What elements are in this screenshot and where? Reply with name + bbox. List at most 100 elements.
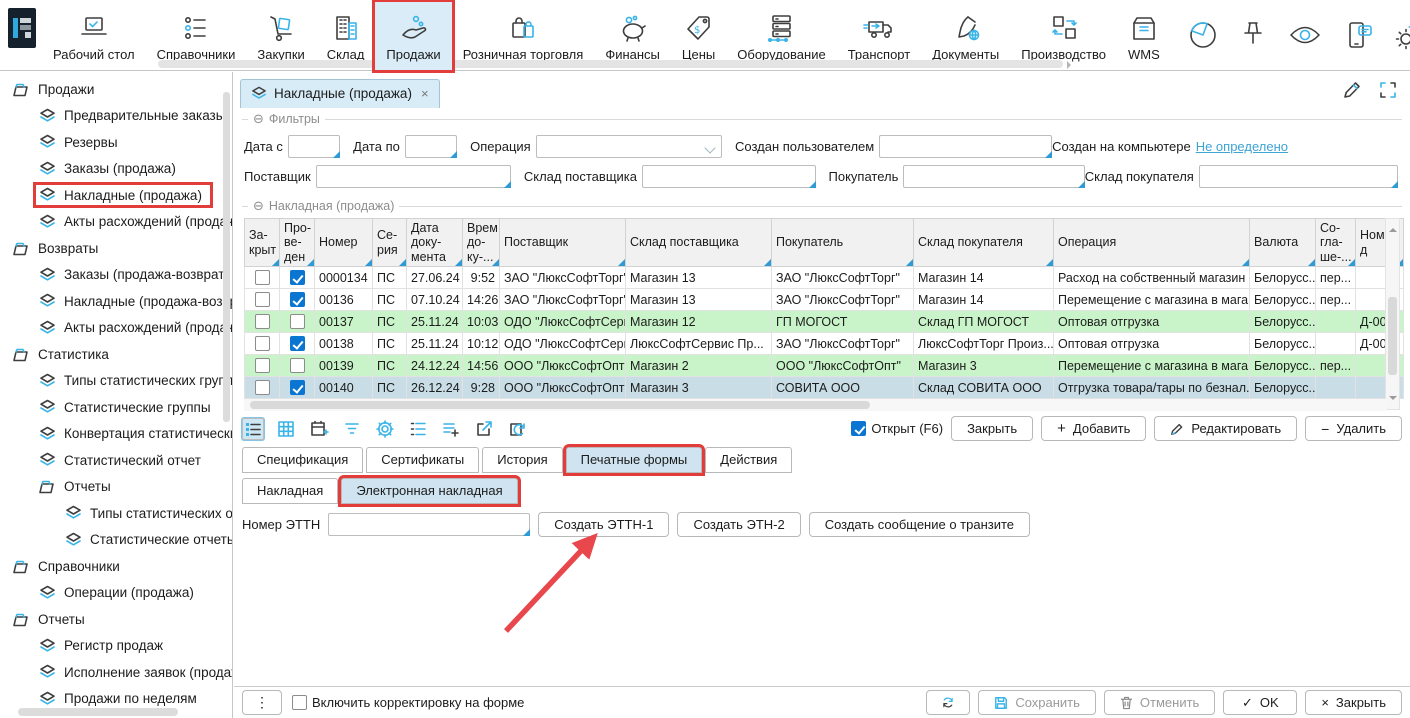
posted-checkbox[interactable] [290,314,305,329]
posted-checkbox[interactable] [290,380,305,395]
cell-supplier[interactable]: ОДО "ЛюксСофтСерв... [500,311,626,333]
cell-currency[interactable]: Белорусс... [1250,289,1316,311]
tab-specification[interactable]: Спецификация [242,447,363,473]
grid-view-icon[interactable] [275,418,297,440]
cell-date[interactable]: 07.10.24 [407,289,463,311]
reload-icon[interactable] [506,418,528,440]
tree-item-3[interactable]: Заказы (продажа) [0,156,232,183]
open-checkbox[interactable] [851,421,866,436]
nav-item-sales[interactable]: Продажи [375,2,451,70]
close-form-button[interactable]: ×Закрыть [1305,690,1402,715]
buyer-warehouse-input[interactable] [1199,165,1398,188]
cell-buyer_wh[interactable]: Склад ГП МОГОСТ [914,311,1054,333]
cell-buyer[interactable]: ООО "ЛюксСофтОпт" [772,355,914,377]
cell-supplier[interactable]: ОДО "ЛюксСофтСерв... [500,333,626,355]
ok-button[interactable]: ✓OK [1223,690,1297,715]
tree-item-11[interactable]: Типы статистических групп [0,368,232,395]
cell-operation[interactable]: Отгрузка товара/тары по безнал... [1054,377,1250,399]
settings-gears-icon[interactable] [1393,18,1410,52]
cell-buyer[interactable]: ГП МОГОСТ [772,311,914,333]
cell-time[interactable]: 10:03 [463,311,500,333]
col-currency[interactable]: Валюта [1250,219,1316,267]
cell-operation[interactable]: Оптовая отгрузка [1054,333,1250,355]
delete-button[interactable]: −Удалить [1305,416,1402,441]
cell-buyer_wh[interactable]: ЛюксСофтТорг Произ... [914,333,1054,355]
col-number[interactable]: Номер [315,219,373,267]
eye-icon[interactable] [1287,20,1323,50]
cell-series[interactable]: ПС [373,311,407,333]
tree-folder-20[interactable]: Отчеты [0,606,232,633]
table-row[interactable]: 00139ПС24.12.2414:56ООО "ЛюксСофтОпт"Маг… [245,355,1404,377]
cell-supplier_wh[interactable]: Магазин 13 [626,289,772,311]
tab-history[interactable]: История [482,447,562,473]
col-agreement[interactable]: Со- гла- ше-... [1316,219,1356,267]
cell-agreement[interactable] [1316,333,1356,355]
filter-icon[interactable] [341,418,363,440]
sidebar-horizontal-scrollbar[interactable] [4,708,220,716]
tree-folder-15[interactable]: Отчеты [0,474,232,501]
cell-buyer[interactable]: СОВИТА ООО [772,377,914,399]
table-row[interactable]: 00138ПС25.11.2410:12ОДО "ЛюксСофтСерв...… [245,333,1404,355]
collapse-icon[interactable]: ⊖ [253,111,264,127]
col-series[interactable]: Се- рия [373,219,407,267]
pin-icon[interactable] [1238,19,1268,51]
cell-currency[interactable]: Белорусс... [1250,333,1316,355]
posted-checkbox[interactable] [290,292,305,307]
table-row[interactable]: 00136ПС07.10.2414:26ЗАО "ЛюксСофтТорг"Ма… [245,289,1404,311]
table-row[interactable]: 00137ПС25.11.2410:03ОДО "ЛюксСофтСерв...… [245,311,1404,333]
tab-close-icon[interactable]: × [421,86,429,101]
add-button[interactable]: +Добавить [1041,416,1146,441]
nav-scrollbar[interactable] [158,60,1063,68]
cell-supplier[interactable]: ЗАО "ЛюксСофтТорг" [500,289,626,311]
cell-series[interactable]: ПС [373,289,407,311]
cell-time[interactable]: 9:52 [463,267,500,289]
cell-number[interactable]: 00139 [315,355,373,377]
col-buyer-warehouse[interactable]: Склад покупателя [914,219,1054,267]
created-by-input[interactable] [879,135,1052,158]
cell-supplier[interactable]: ЗАО "ЛюксСофтТорг" [500,267,626,289]
cell-operation[interactable]: Перемещение с магазина в мага... [1054,355,1250,377]
edit-button[interactable]: Редактировать [1154,416,1297,441]
cell-series[interactable]: ПС [373,355,407,377]
create-transit-message-button[interactable]: Создать сообщение о транзите [809,512,1030,537]
tree-item-22[interactable]: Исполнение заявок (продажа) [0,659,232,686]
add-row-icon[interactable] [440,418,462,440]
tab-certificates[interactable]: Сертификаты [366,447,479,473]
table-row[interactable]: 0000134ПС27.06.249:52ЗАО "ЛюксСофтТорг"М… [245,267,1404,289]
cell-date[interactable]: 25.11.24 [407,311,463,333]
tab-invoices-sales[interactable]: Накладные (продажа) × [240,79,440,108]
cell-number[interactable]: 00137 [315,311,373,333]
col-buyer[interactable]: Покупатель [772,219,914,267]
cell-agreement[interactable]: пер... [1316,355,1356,377]
refresh-button[interactable] [926,690,970,715]
close-record-button[interactable]: Закрыть [951,416,1033,441]
table-horizontal-scrollbar[interactable] [244,399,1387,411]
date-to-input[interactable] [405,135,457,158]
subtab-invoice[interactable]: Накладная [242,478,338,504]
cell-series[interactable]: ПС [373,267,407,289]
nav-item-workspace[interactable]: Рабочий стол [42,2,146,70]
date-from-input[interactable] [288,135,340,158]
tree-item-13[interactable]: Конвертация статистических ед [0,421,232,448]
cell-operation[interactable]: Расход на собственный магазин [1054,267,1250,289]
posted-checkbox[interactable] [290,270,305,285]
tree-item-14[interactable]: Статистический отчет [0,447,232,474]
edit-pencil-icon[interactable] [1342,80,1362,100]
tree-item-5[interactable]: Акты расхождений (продажа) [0,209,232,236]
cell-buyer[interactable]: ЗАО "ЛюксСофтТорг" [772,267,914,289]
tree-item-7[interactable]: Заказы (продажа-возврат) [0,262,232,289]
table-vertical-scrollbar[interactable] [1385,218,1400,410]
col-time[interactable]: Врем до- ку-... [463,219,500,267]
cell-buyer_wh[interactable]: Магазин 14 [914,267,1054,289]
cell-supplier_wh[interactable]: Магазин 12 [626,311,772,333]
buyer-input[interactable] [903,165,1084,188]
correction-checkbox[interactable] [292,695,307,710]
cell-number[interactable]: 00140 [315,377,373,399]
table-row[interactable]: 00140ПС26.12.249:28ООО "ЛюксСофтОпт"Мага… [245,377,1404,399]
tree-folder-10[interactable]: Статистика [0,341,232,368]
cell-currency[interactable]: Белорусс... [1250,377,1316,399]
cell-supplier[interactable]: ООО "ЛюксСофтОпт" [500,355,626,377]
cell-agreement[interactable] [1316,377,1356,399]
tab-actions[interactable]: Действия [705,447,792,473]
tree-item-1[interactable]: Предварительные заказы [0,103,232,130]
